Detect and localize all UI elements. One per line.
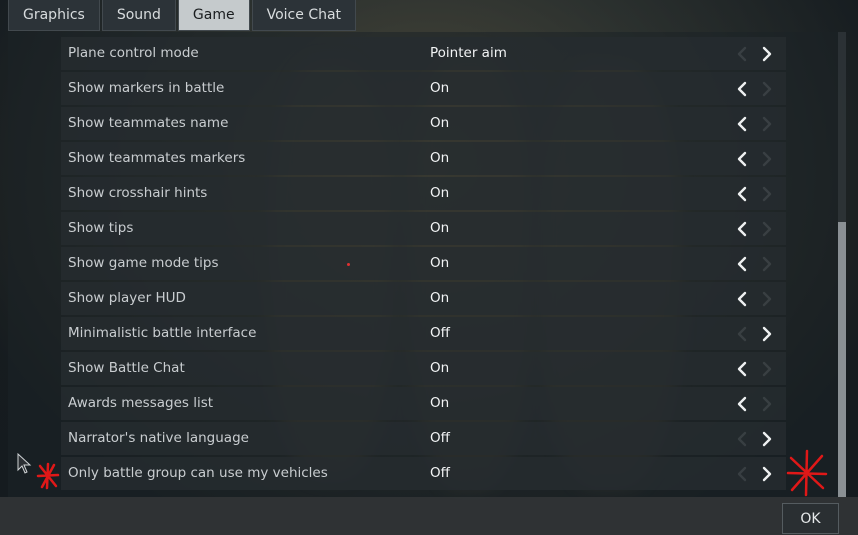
chevron-right-icon[interactable] [756,247,778,280]
chevron-left-icon[interactable] [731,37,753,70]
chevron-left-icon[interactable] [731,107,753,140]
setting-value: Off [430,430,450,446]
setting-label: Show Battle Chat [68,360,185,376]
settings-tabs: Graphics Sound Game Voice Chat [8,0,357,32]
chevron-left-icon[interactable] [731,247,753,280]
chevron-left-icon[interactable] [731,457,753,490]
chevron-left-icon[interactable] [731,142,753,175]
setting-value: On [430,115,450,131]
setting-row[interactable]: Plane control mode Pointer aim [61,37,786,70]
chevron-right-icon[interactable] [756,317,778,350]
tab-sound[interactable]: Sound [101,0,176,31]
chevron-right-icon[interactable] [756,37,778,70]
setting-label: Show teammates markers [68,150,246,166]
setting-row[interactable]: Show teammates name On [61,107,786,140]
chevron-left-icon[interactable] [731,422,753,455]
setting-row[interactable]: Narrator's native language Off [61,422,786,455]
scrollbar-thumb[interactable] [838,222,846,497]
setting-row[interactable]: Show game mode tips On [61,247,786,280]
setting-row[interactable]: Show crosshair hints On [61,177,786,210]
footer-bar [0,497,858,535]
chevron-left-icon[interactable] [731,387,753,420]
setting-row[interactable]: Show player HUD On [61,282,786,315]
setting-label: Show game mode tips [68,255,219,271]
setting-label: Only battle group can use my vehicles [68,465,328,481]
setting-label: Show teammates name [68,115,229,131]
setting-row[interactable]: Show teammates markers On [61,142,786,175]
chevron-right-icon[interactable] [756,107,778,140]
setting-label: Show markers in battle [68,80,225,96]
tab-graphics[interactable]: Graphics [8,0,100,31]
tab-voice-chat[interactable]: Voice Chat [251,0,357,31]
setting-label: Minimalistic battle interface [68,325,257,341]
chevron-left-icon[interactable] [731,212,753,245]
setting-label: Plane control mode [68,45,199,61]
chevron-right-icon[interactable] [756,352,778,385]
tab-game[interactable]: Game [177,0,250,31]
chevron-left-icon[interactable] [731,317,753,350]
setting-value: On [430,80,450,96]
setting-row[interactable]: Awards messages list On [61,387,786,420]
setting-value: Pointer aim [430,45,507,61]
chevron-right-icon[interactable] [756,282,778,315]
setting-value: On [430,395,450,411]
chevron-right-icon[interactable] [756,212,778,245]
red-annotation-mark-right [786,449,828,497]
setting-label: Show player HUD [68,290,186,306]
chevron-right-icon[interactable] [756,177,778,210]
ok-button[interactable]: OK [782,503,839,534]
setting-value: On [430,360,450,376]
mouse-cursor-icon [17,453,32,474]
chevron-left-icon[interactable] [731,72,753,105]
setting-value: On [430,185,450,201]
setting-row[interactable]: Only battle group can use my vehicles Off [61,457,786,490]
chevron-right-icon[interactable] [756,422,778,455]
setting-value: Off [430,465,450,481]
chevron-right-icon[interactable] [756,142,778,175]
setting-label: Awards messages list [68,395,214,411]
chevron-left-icon[interactable] [731,177,753,210]
settings-list: Plane control mode Pointer aim Show marker… [61,37,786,492]
setting-value: On [430,150,450,166]
chevron-left-icon[interactable] [731,352,753,385]
setting-value: On [430,290,450,306]
setting-value: On [430,220,450,236]
setting-row[interactable]: Show Battle Chat On [61,352,786,385]
setting-row[interactable]: Show tips On [61,212,786,245]
setting-value: On [430,255,450,271]
setting-label: Show tips [68,220,134,236]
red-dot-mark [347,263,350,266]
setting-label: Narrator's native language [68,430,249,446]
setting-row[interactable]: Minimalistic battle interface Off [61,317,786,350]
chevron-left-icon[interactable] [731,282,753,315]
chevron-right-icon[interactable] [756,457,778,490]
scrollbar[interactable] [838,32,846,497]
red-annotation-mark-left [36,462,60,490]
setting-value: Off [430,325,450,341]
chevron-right-icon[interactable] [756,387,778,420]
setting-row[interactable]: Show markers in battle On [61,72,786,105]
setting-label: Show crosshair hints [68,185,208,201]
chevron-right-icon[interactable] [756,72,778,105]
